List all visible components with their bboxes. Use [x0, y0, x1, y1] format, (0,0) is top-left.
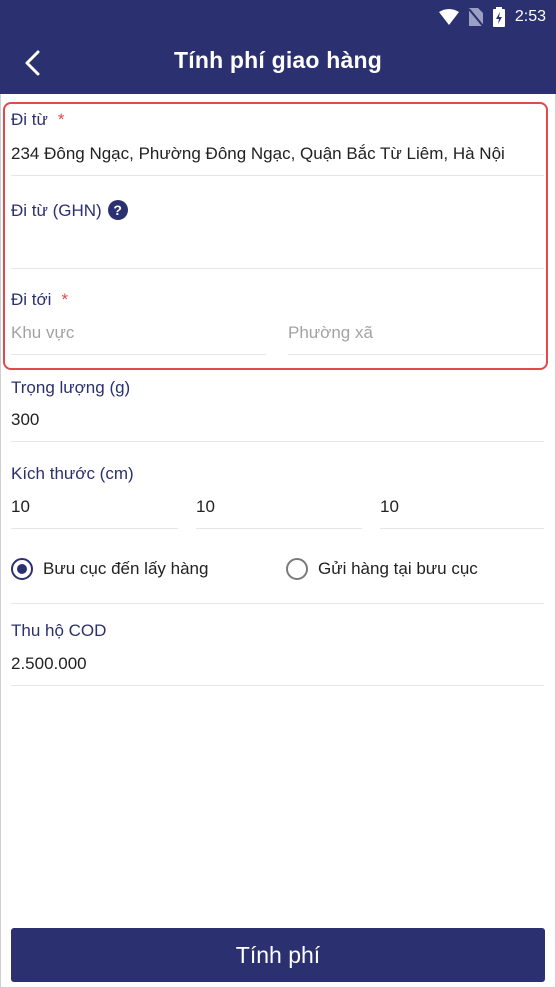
cod-field[interactable]: 2.500.000 — [11, 654, 87, 674]
from-ghn-field[interactable] — [11, 234, 544, 258]
page-title: Tính phí giao hàng — [173, 47, 383, 73]
width-underline — [196, 528, 362, 529]
weight-label: Trọng lượng (g) — [11, 378, 131, 397]
radio-dropoff-at-post-office-label[interactable]: Gửi hàng tại bưu cục — [318, 559, 478, 579]
no-sim-icon — [468, 8, 483, 26]
radio-pickup-at-home-label[interactable]: Bưu cục đến lấy hàng — [43, 559, 208, 579]
cod-label: Thu hộ COD — [11, 621, 107, 640]
length-underline — [11, 528, 178, 529]
cod-underline — [11, 685, 544, 686]
calculate-fee-button[interactable]: Tính phí — [11, 928, 545, 982]
status-bar: 2:53 — [438, 6, 546, 28]
length-field[interactable]: 10 — [11, 497, 30, 517]
from-ghn-label: Đi từ (GHN)? — [11, 200, 128, 221]
size-label: Kích thước (cm) — [11, 464, 134, 483]
radio-pickup-at-home[interactable] — [11, 558, 33, 580]
required-mark: * — [61, 290, 69, 309]
ward-select[interactable]: Phường xã — [288, 323, 373, 343]
weight-underline — [11, 441, 544, 442]
to-label: Đi tới * — [11, 290, 69, 309]
battery-charging-icon — [492, 7, 505, 27]
area-underline — [11, 354, 266, 355]
height-underline — [380, 528, 544, 529]
wifi-icon — [438, 9, 459, 25]
width-field[interactable]: 10 — [196, 497, 215, 517]
from-address-field[interactable]: 234 Đông Ngạc, Phường Đông Ngạc, Quận Bắ… — [11, 144, 505, 164]
height-field[interactable]: 10 — [380, 497, 399, 517]
from-ghn-underline — [11, 268, 544, 269]
status-time: 2:53 — [514, 8, 546, 25]
from-label: Đi từ * — [11, 110, 65, 129]
weight-field[interactable]: 300 — [11, 410, 39, 430]
app-header: 2:53 Tính phí giao hàng — [0, 0, 556, 94]
option-divider — [11, 603, 544, 604]
area-select[interactable]: Khu vực — [11, 323, 74, 343]
radio-dropoff-at-post-office[interactable] — [286, 558, 308, 580]
from-underline — [11, 175, 544, 176]
ward-underline — [288, 354, 544, 355]
help-icon[interactable]: ? — [107, 200, 128, 220]
required-mark: * — [57, 110, 65, 129]
